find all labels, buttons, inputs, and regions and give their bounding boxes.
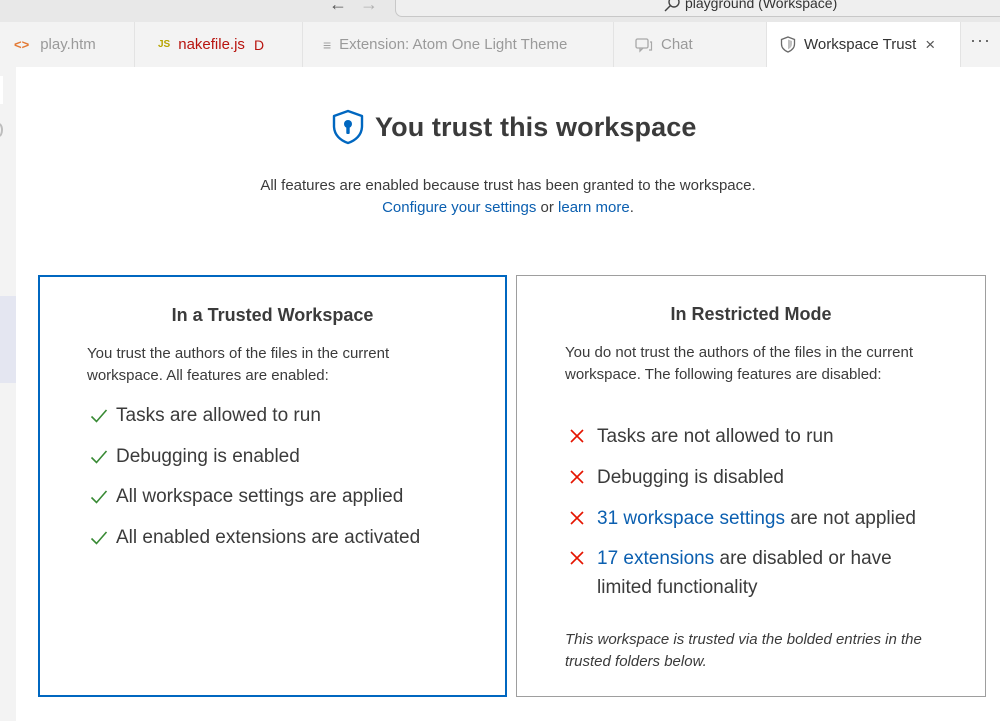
sidebar-edge	[0, 67, 16, 721]
restricted-mode-card: In Restricted Mode You do not trust the …	[516, 275, 986, 697]
editor-tab-bar: <> play.htm JS nakefile.js D ≡ Extension…	[0, 22, 1000, 67]
trusted-feature-label: All workspace settings are applied	[116, 486, 404, 507]
sidebar-ring	[0, 123, 3, 137]
html-icon: <>	[14, 37, 30, 52]
check-icon	[90, 531, 108, 545]
js-icon: JS	[158, 39, 171, 50]
restricted-feature-item: Tasks are not allowed to run	[568, 422, 948, 451]
trusted-feature-item: All enabled extensions are activated	[89, 523, 420, 552]
chat-icon	[635, 37, 653, 53]
restricted-feature-text: 17 extensions are disabled or have limit…	[597, 544, 948, 602]
more-actions-icon[interactable]: ···	[970, 30, 991, 51]
trusted-feature-item: Debugging is enabled	[89, 442, 300, 471]
trust-header: You trust this workspace	[331, 109, 696, 145]
restricted-feature-label: are not applied	[785, 508, 916, 529]
close-x-icon	[570, 470, 584, 484]
tab-label: Extension: Atom One Light Theme	[339, 36, 568, 53]
restricted-feature-item: 17 extensions are disabled or have limit…	[568, 544, 948, 602]
trusted-feature-label: All enabled extensions are activated	[116, 527, 421, 548]
sidebar-marker	[0, 76, 3, 104]
trust-links: Configure your settings or learn more.	[16, 199, 1000, 216]
shield-icon	[780, 36, 796, 53]
restricted-feature-label: Tasks are not allowed to run	[597, 426, 834, 447]
or-text: or	[536, 199, 559, 216]
forward-arrow-icon[interactable]: →	[360, 0, 378, 14]
back-arrow-icon[interactable]: ←	[329, 0, 347, 14]
shield-lock-icon	[332, 109, 364, 145]
command-center-label[interactable]: playground (Workspace)	[685, 0, 837, 11]
tab-label: Chat	[661, 36, 693, 53]
restricted-feature-label: Debugging is disabled	[597, 467, 784, 488]
trusted-feature-item: All workspace settings are applied	[89, 482, 403, 511]
trusted-folders-note: This workspace is trusted via the bolded…	[565, 631, 922, 670]
restricted-card-title: In Restricted Mode	[670, 304, 832, 324]
check-icon	[90, 450, 108, 464]
trusted-feature-item: Tasks are allowed to run	[89, 401, 321, 430]
trust-subtitle: All features are enabled because trust h…	[260, 177, 756, 194]
tab-chat[interactable]: Chat	[614, 22, 767, 67]
close-icon[interactable]: ×	[925, 35, 935, 55]
restricted-feature-item: 31 workspace settings are not applied	[568, 504, 948, 533]
title-bar: ← → playground (Workspace)	[0, 0, 1000, 22]
page-title: You trust this workspace	[375, 111, 697, 142]
trusted-card-description: You trust the authors of the files in th…	[87, 345, 390, 384]
period-text: .	[629, 199, 634, 216]
tab-play-htm[interactable]: <> play.htm	[0, 22, 135, 67]
check-icon	[90, 490, 108, 504]
restricted-card-description: You do not trust the authors of the file…	[565, 344, 913, 383]
restricted-feature-text: 31 workspace settings are not applied	[597, 504, 916, 533]
close-x-icon	[570, 429, 584, 443]
configure-settings-link[interactable]: Configure your settings	[382, 199, 536, 216]
trusted-feature-label: Tasks are allowed to run	[116, 405, 321, 426]
extension-doc-icon: ≡	[323, 36, 332, 53]
restricted-feature-item: Debugging is disabled	[568, 463, 948, 492]
close-x-icon	[570, 511, 584, 525]
tab-label: Workspace Trust	[804, 36, 917, 53]
tab-label: play.htm	[40, 36, 96, 53]
close-x-icon	[570, 551, 584, 565]
sidebar-selection-highlight	[0, 296, 16, 383]
check-icon	[90, 409, 108, 423]
search-icon	[664, 0, 680, 12]
tab-workspace-trust[interactable]: Workspace Trust ×	[767, 22, 961, 67]
tab-nakefile-js[interactable]: JS nakefile.js D	[135, 22, 303, 67]
tab-label: nakefile.js	[178, 36, 245, 53]
workspace-settings-link[interactable]: 31 workspace settings	[597, 508, 785, 529]
learn-more-link[interactable]: learn more	[558, 199, 630, 216]
trusted-card-title: In a Trusted Workspace	[171, 305, 374, 325]
workspace-trust-editor: You trust this workspace All features ar…	[16, 67, 1000, 721]
extensions-link[interactable]: 17 extensions	[597, 548, 714, 569]
trusted-feature-label: Debugging is enabled	[116, 446, 300, 467]
tab-extension-atom-one-light[interactable]: ≡ Extension: Atom One Light Theme	[303, 22, 614, 67]
deleted-status-badge: D	[253, 36, 265, 53]
trusted-workspace-card: In a Trusted Workspace You trust the aut…	[38, 275, 507, 697]
